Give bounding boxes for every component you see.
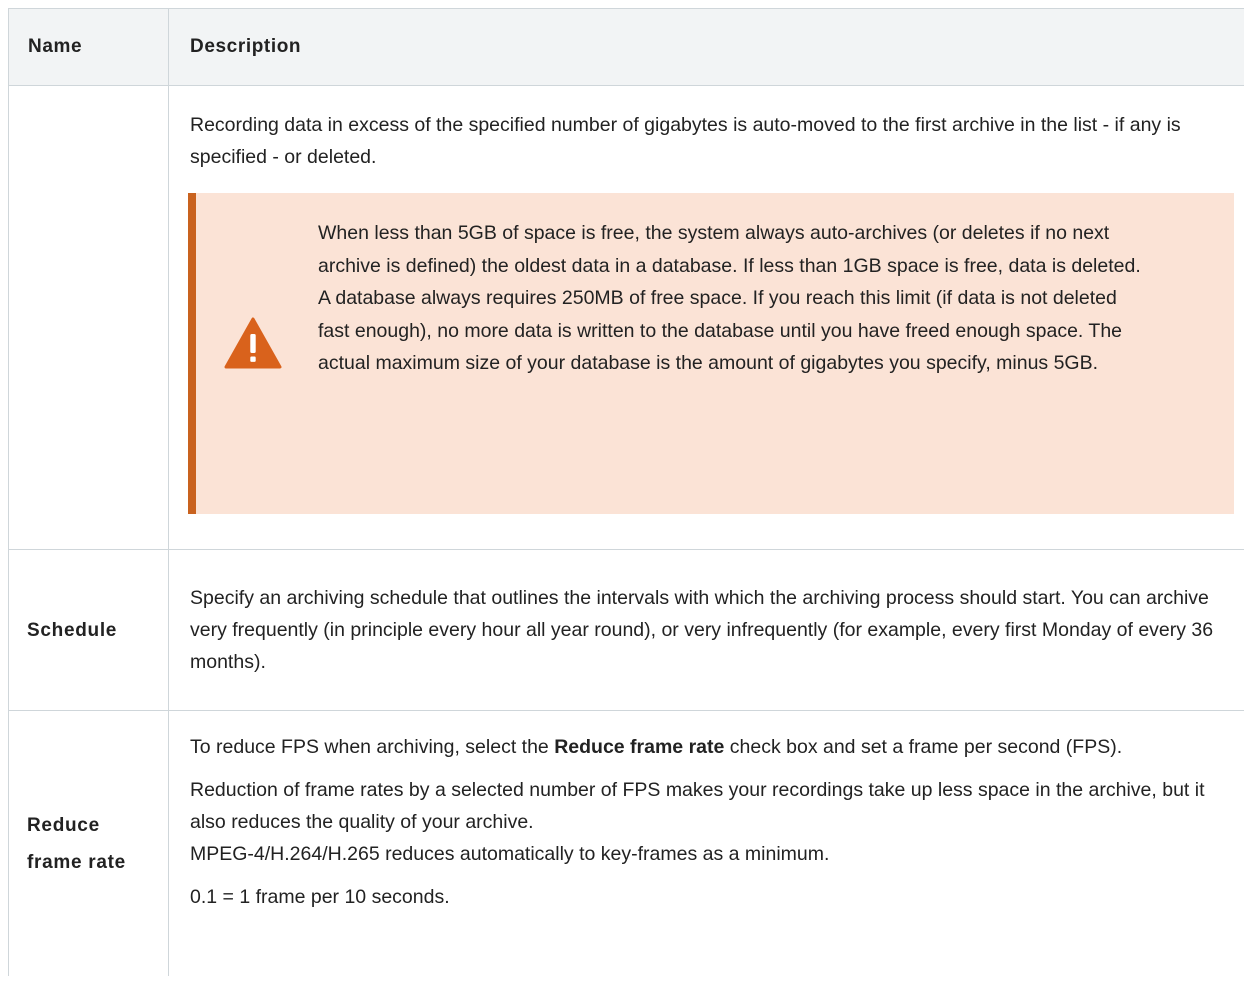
description-column-header: Description xyxy=(168,8,1244,86)
row-description: Specify an archiving schedule that outli… xyxy=(168,549,1244,711)
description-paragraph: 0.1 = 1 frame per 10 seconds. xyxy=(190,886,450,908)
text-run: Reduction of frame rates by a selected n… xyxy=(190,779,1205,833)
bold-ui-term: Reduce frame rate xyxy=(554,736,725,758)
name-column-header: Name xyxy=(8,8,169,86)
text-run: MPEG-4/H.264/H.265 reduces automatically… xyxy=(190,843,830,865)
text-run: check box and set a frame per second (FP… xyxy=(724,736,1123,758)
row-name: Schedule xyxy=(8,549,169,711)
text-run: To reduce FPS when archiving, select the xyxy=(190,736,555,758)
table-row: Reduce frame rate To reduce FPS when arc… xyxy=(8,710,1244,976)
properties-table: Name Description Recording data in exces… xyxy=(8,8,1244,976)
description-paragraph: Recording data in excess of the specifie… xyxy=(190,114,1181,168)
table-row: Recording data in excess of the specifie… xyxy=(8,85,1244,550)
table-header-row: Name Description xyxy=(8,8,1244,86)
row-description: Recording data in excess of the specifie… xyxy=(168,85,1244,550)
row-name xyxy=(8,85,169,550)
row-description: To reduce FPS when archiving, select the… xyxy=(168,710,1244,976)
description-paragraph: Specify an archiving schedule that outli… xyxy=(190,587,1214,673)
table-row: Schedule Specify an archiving schedule t… xyxy=(8,549,1244,711)
warning-callout: When less than 5GB of space is free, the… xyxy=(188,193,1234,514)
description-paragraph: Reduction of frame rates by a selected n… xyxy=(190,774,1238,870)
row-name: Reduce frame rate xyxy=(8,710,169,976)
description-paragraph: To reduce FPS when archiving, select the… xyxy=(190,731,1238,763)
warning-text: When less than 5GB of space is free, the… xyxy=(318,222,1141,374)
